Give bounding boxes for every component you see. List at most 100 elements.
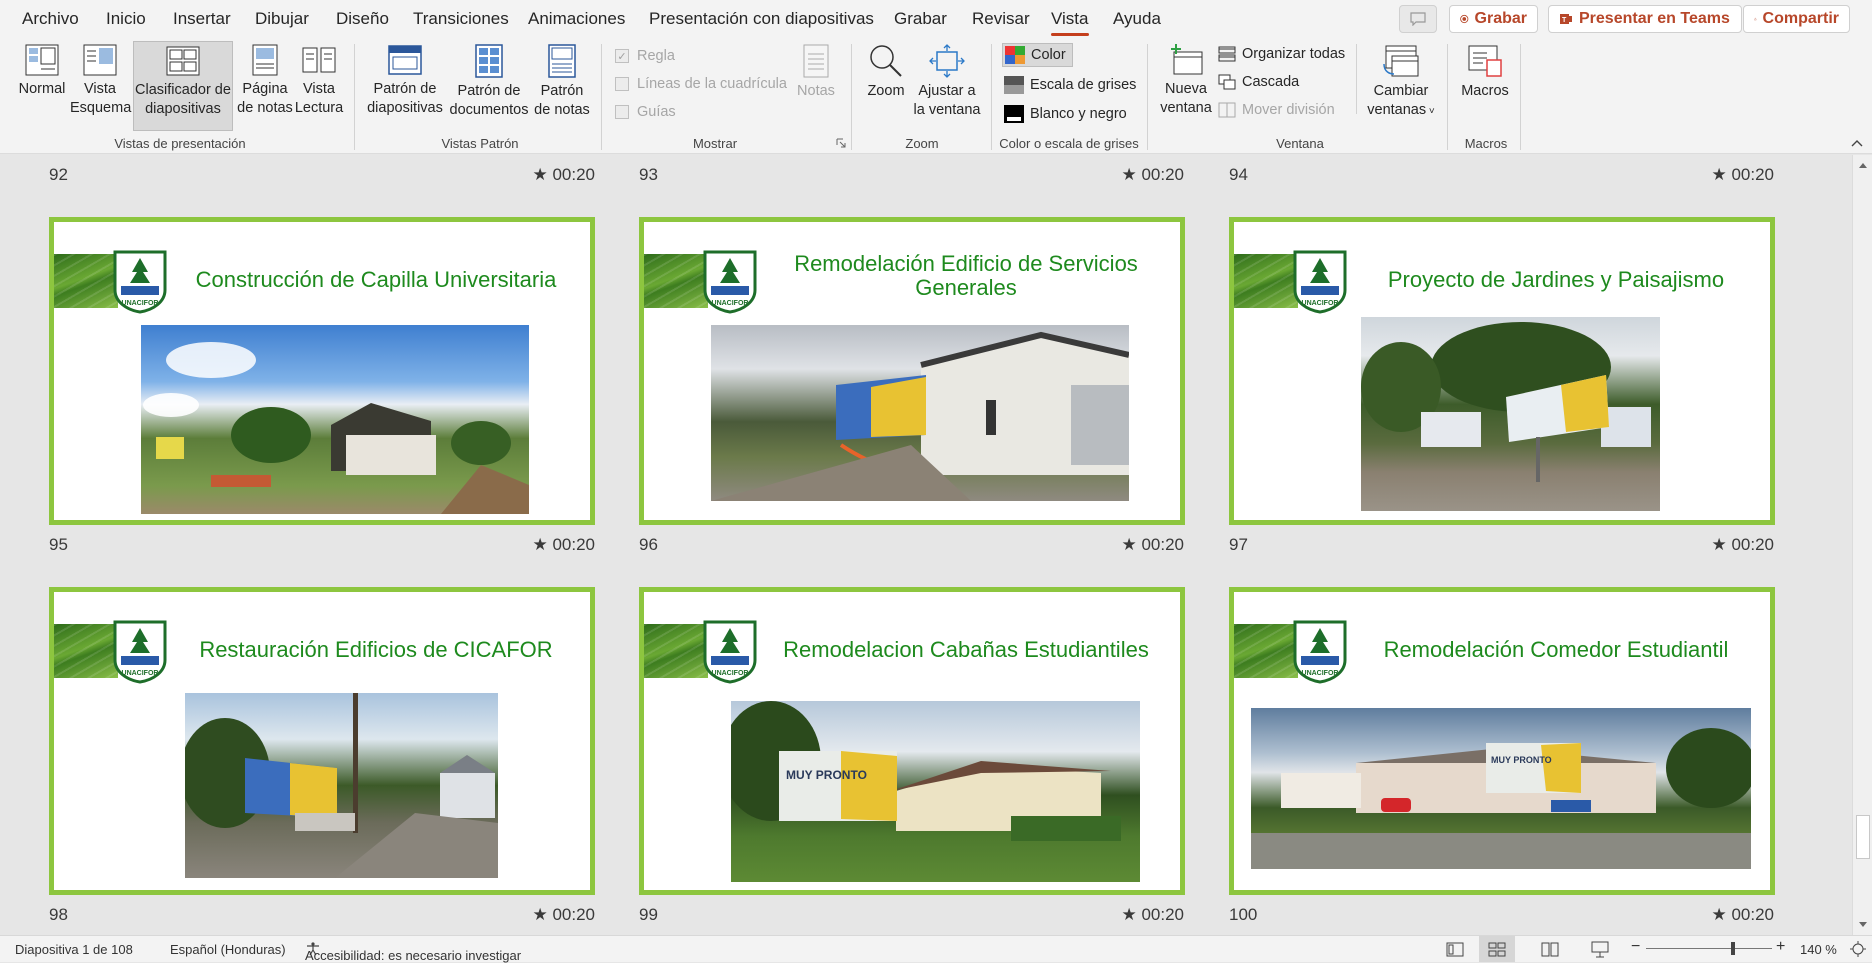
- leaf-decoration: [54, 254, 118, 308]
- handout-master-button[interactable]: Patrón de documentos: [448, 44, 530, 120]
- scroll-down-icon[interactable]: [1858, 921, 1868, 929]
- tab-grabar[interactable]: Grabar: [894, 9, 947, 29]
- slide-master-button[interactable]: Patrón de diapositivas: [364, 44, 446, 118]
- unacifor-logo: UNACIFOR: [703, 250, 757, 314]
- reading-view-icon: [302, 47, 336, 73]
- slide-duration: ★ 00:20: [1711, 905, 1774, 924]
- zoom-label: Zoom: [867, 83, 905, 99]
- record-button[interactable]: Grabar: [1449, 5, 1538, 33]
- group-label-show: Mostrar: [692, 136, 738, 151]
- cascade-icon: [1218, 74, 1236, 90]
- fit-to-window-button[interactable]: Ajustar a la ventana: [912, 44, 982, 120]
- language-indicator[interactable]: Español (Honduras): [170, 942, 286, 957]
- photo-scene: MUY PRONTO: [731, 701, 1121, 841]
- vertical-scrollbar[interactable]: [1852, 155, 1872, 935]
- slide-title: Restauración Edificios de CICAFOR: [199, 637, 553, 662]
- slide-thumbnail[interactable]: UNACIFOR Remodelacion Cabañas Estudianti…: [639, 587, 1185, 895]
- slide-photo: MUY PRONTO: [1251, 708, 1751, 869]
- slide-number: 97: [1229, 535, 1248, 554]
- zoom-level[interactable]: 140 %: [1800, 942, 1837, 957]
- slide-photo: MUY PRONTO: [731, 701, 1140, 882]
- zoom-out-button[interactable]: −: [1631, 938, 1640, 956]
- zoom-slider[interactable]: [1646, 942, 1772, 955]
- slide-title: Remodelacion Cabañas Estudiantiles: [783, 637, 1149, 662]
- slide-thumbnail[interactable]: UNACIFOR Remodelación Comedor Estudianti…: [1229, 587, 1775, 895]
- notes-master-button[interactable]: Patrón de notas: [532, 44, 592, 120]
- photo-scene: [711, 331, 1129, 501]
- handout-master-icon: [475, 44, 503, 78]
- share-button[interactable]: Compartir: [1743, 5, 1850, 33]
- grayscale-button[interactable]: Escala de grises: [1004, 76, 1136, 94]
- outline-view-button[interactable]: Vista Esquema: [70, 44, 131, 118]
- present-teams-button[interactable]: T Presentar en Teams: [1548, 5, 1742, 33]
- photo-scene: [143, 342, 529, 514]
- tab-inicio[interactable]: Inicio: [106, 9, 146, 29]
- reading-view-button[interactable]: Vista Lectura: [294, 44, 344, 118]
- leaf-decoration: [1234, 254, 1298, 308]
- accessibility-status[interactable]: Accesibilidad: es necesario investigar: [305, 942, 521, 963]
- leaf-decoration: [54, 624, 118, 678]
- slide-thumbnail[interactable]: UNACIFOR Proyecto de Jardines y Paisajis…: [1229, 217, 1775, 525]
- tab-revisar[interactable]: Revisar: [972, 9, 1030, 29]
- zoom-slider-thumb[interactable]: [1731, 942, 1735, 955]
- move-split-button[interactable]: Mover división: [1218, 102, 1335, 118]
- reading-view-label: Vista: [303, 81, 335, 97]
- cascade-button[interactable]: Cascada: [1218, 74, 1299, 90]
- switch-windows-icon: [1383, 45, 1419, 77]
- tab-archivo[interactable]: Archivo: [22, 9, 79, 29]
- leaf-decoration: [644, 624, 708, 678]
- slide-thumbnail[interactable]: UNACIFOR Remodelación Edificio de Servic…: [639, 217, 1185, 525]
- comments-button[interactable]: [1399, 5, 1437, 33]
- collapse-ribbon-icon[interactable]: [1850, 138, 1864, 148]
- unacifor-logo: UNACIFOR: [1293, 620, 1347, 684]
- slide-title: Remodelación Comedor Estudiantil: [1383, 637, 1729, 662]
- status-bar: Diapositiva 1 de 108 Español (Honduras) …: [0, 935, 1872, 963]
- slide-sorter-view-button[interactable]: Clasificador de diapositivas: [133, 41, 233, 131]
- switch-windows-button[interactable]: Cambiar ventanas ˅: [1365, 44, 1437, 121]
- tab-insertar[interactable]: Insertar: [173, 9, 231, 29]
- guides-checkbox[interactable]: Guías: [615, 104, 676, 120]
- notes-toggle-button[interactable]: Notas: [792, 44, 840, 101]
- group-label-master-views: Vistas Patrón: [441, 136, 519, 151]
- slide-number: 92: [49, 165, 68, 184]
- scroll-up-icon[interactable]: [1858, 161, 1868, 169]
- tab-diseno[interactable]: Diseño: [336, 9, 389, 29]
- tab-dibujar[interactable]: Dibujar: [255, 9, 309, 29]
- ruler-checkbox[interactable]: ✓ Regla: [615, 48, 675, 64]
- dialog-launcher-icon[interactable]: [836, 138, 846, 148]
- slideshow-status-icon[interactable]: [1591, 941, 1609, 958]
- tab-animaciones[interactable]: Animaciones: [528, 9, 625, 29]
- group-label-macros: Macros: [1464, 136, 1508, 151]
- zoom-in-button[interactable]: +: [1776, 938, 1785, 956]
- notes-label: Notas: [797, 83, 835, 99]
- slide-title: Remodelación Edificio de Servicios Gener…: [794, 251, 1138, 300]
- slide-sorter-label: Clasificador de: [135, 82, 231, 98]
- tab-transiciones[interactable]: Transiciones: [413, 9, 509, 29]
- tab-ayuda[interactable]: Ayuda: [1113, 9, 1161, 29]
- gridlines-checkbox[interactable]: Líneas de la cuadrícula: [615, 76, 787, 92]
- fit-slide-icon[interactable]: [1850, 941, 1866, 957]
- black-white-icon: [1004, 105, 1024, 123]
- unacifor-logo: UNACIFOR: [703, 620, 757, 684]
- zoom-button[interactable]: Zoom: [862, 44, 910, 101]
- color-mode-button[interactable]: Color: [1002, 43, 1073, 67]
- slide-sorter-status-button[interactable]: [1479, 936, 1515, 962]
- notes-page-view-button[interactable]: Página de notas: [236, 44, 294, 118]
- normal-view-status-icon[interactable]: [1446, 942, 1464, 957]
- slide-duration: ★ 00:20: [1711, 535, 1774, 554]
- ribbon-separator: [354, 44, 355, 150]
- macros-button[interactable]: Macros: [1455, 44, 1515, 101]
- magnifier-icon: [870, 45, 902, 77]
- slide-thumbnail[interactable]: UNACIFOR Restauración Edificios de CICAF…: [49, 587, 595, 895]
- slide-sorter-status-icon: [1488, 942, 1506, 957]
- new-window-button[interactable]: Nueva ventana: [1158, 44, 1214, 118]
- black-white-button[interactable]: Blanco y negro: [1004, 105, 1127, 123]
- reading-view-status-icon[interactable]: [1541, 942, 1559, 957]
- tab-presentacion[interactable]: Presentación con diapositivas: [649, 9, 874, 29]
- scroll-thumb[interactable]: [1856, 815, 1870, 859]
- arrange-all-button[interactable]: Organizar todas: [1218, 46, 1345, 62]
- slide-sorter-area: 92 ★ 00:20 93 ★ 00:20 94 ★ 00:20 UNACIFO…: [0, 155, 1852, 935]
- tab-vista[interactable]: Vista: [1051, 9, 1089, 36]
- slide-thumbnail[interactable]: UNACIFOR Construcción de Capilla Univers…: [49, 217, 595, 525]
- normal-view-button[interactable]: Normal: [14, 44, 70, 99]
